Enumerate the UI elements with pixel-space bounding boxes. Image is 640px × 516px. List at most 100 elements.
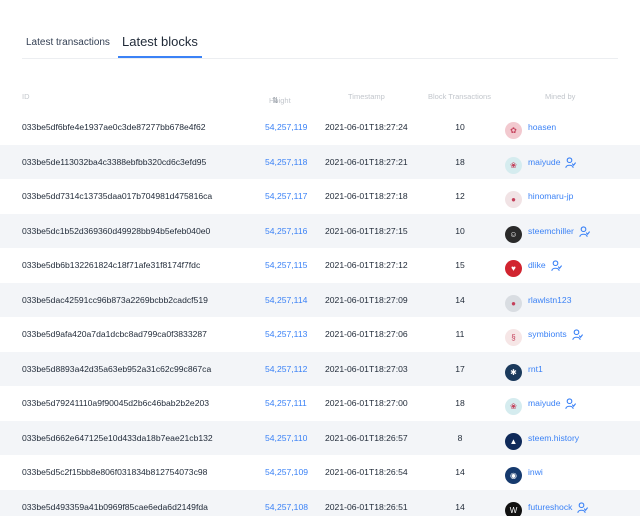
block-tx-count: 17 [455, 363, 465, 374]
block-id: 033be5db6b132261824c18f71afe31f8174f7fdc [22, 260, 201, 270]
block-height-link[interactable]: 54,257,108 [265, 502, 308, 512]
tab-latest-transactions[interactable]: Latest transactions [26, 37, 110, 48]
block-tx-count: 10 [455, 122, 465, 132]
block-id: 033be5de113032ba4c3388ebfbb320cd6c3efd95 [22, 156, 207, 167]
block-id: 033be5d493359a41b0969f85cae6eda6d2149fda [22, 501, 208, 512]
block-tx-count: 12 [455, 191, 465, 201]
active-tab-indicator [118, 56, 202, 58]
header-mined-by: Mined by [545, 92, 576, 101]
miner-link[interactable]: maiyude [528, 398, 560, 408]
header-block-transactions: Block Transactions [428, 92, 491, 101]
block-height-link[interactable]: 54,257,117 [265, 191, 307, 201]
block-id: 033be5dac42591cc96b873a2269bcbb2cadcf519 [22, 294, 208, 305]
block-id: 033be5dc1b52d369360d49928bb94b5efeb040e0 [22, 225, 211, 236]
miner-link[interactable]: symbionts [528, 329, 567, 339]
block-height-link[interactable]: 54,257,115 [265, 260, 307, 270]
block-timestamp: 2021-06-01T18:27:18 [325, 191, 408, 201]
block-timestamp: 2021-06-01T18:26:57 [325, 432, 408, 443]
block-timestamp: 2021-06-01T18:27:12 [325, 260, 408, 270]
block-id: 033be5d662e647125e10d433da18b7eae21cb132 [22, 432, 213, 443]
block-id: 033be5dd7314c13735daa017b704981d475816ca [22, 191, 213, 201]
header-timestamp: Timestamp [348, 92, 385, 101]
witness-badge-icon [572, 329, 584, 342]
block-timestamp: 2021-06-01T18:27:03 [325, 363, 408, 374]
witness-badge-icon [565, 398, 577, 411]
header-id: ID [22, 92, 30, 101]
block-timestamp: 2021-06-01T18:27:00 [325, 398, 408, 408]
miner-link[interactable]: steem.history [528, 433, 579, 443]
block-tx-count: 14 [455, 294, 465, 305]
block-id: 033be5d8893a42d35a63eb952a31c62c99c867ca [22, 363, 212, 374]
miner-link[interactable]: hoasen [528, 122, 556, 132]
block-height-link[interactable]: 54,257,110 [265, 433, 307, 443]
miner-link[interactable]: inwi [528, 467, 543, 477]
block-height-link[interactable]: 54,257,114 [265, 295, 307, 305]
block-height-link[interactable]: 54,257,118 [265, 157, 307, 167]
block-tx-count: 14 [455, 501, 465, 512]
table-row: 033be5dd7314c13735daa017b704981d475816ca… [0, 179, 640, 214]
table-row: 033be5d5c2f15bb8e806f031834b812754073c98… [0, 455, 640, 490]
block-height-link[interactable]: 54,257,116 [265, 226, 307, 236]
sort-icon[interactable]: ⇅ [272, 96, 279, 105]
circle-logo-avatar-icon[interactable]: ◉ [505, 467, 522, 484]
block-tx-count: 8 [457, 432, 463, 443]
miner-link[interactable]: dlike [528, 260, 546, 270]
block-timestamp: 2021-06-01T18:27:09 [325, 294, 408, 305]
teal-logo-avatar-icon[interactable]: ❀ [505, 398, 522, 415]
block-tx-count: 10 [455, 225, 465, 236]
block-height-link[interactable]: 54,257,112 [265, 364, 307, 374]
witness-badge-icon [551, 260, 563, 273]
block-height-link[interactable]: 54,257,111 [265, 398, 307, 408]
block-id: 033be5d5c2f15bb8e806f031834b812754073c98 [22, 467, 208, 477]
miner-link[interactable]: futureshock [528, 502, 572, 512]
miner-link[interactable]: hinomaru-jp [528, 191, 573, 201]
heart-avatar-icon[interactable]: ♥ [505, 260, 522, 277]
bulb-avatar-icon[interactable]: ✱ [505, 363, 522, 381]
miner-link[interactable]: steemchiller [528, 226, 574, 236]
default-user-avatar-icon[interactable]: ● [505, 294, 522, 312]
miner-link[interactable]: rnt1 [528, 364, 543, 374]
w-logo-avatar-icon[interactable]: W [505, 501, 522, 516]
block-id: 033be5d9afa420a7da1dcbc8ad799ca0f3833287 [22, 329, 207, 339]
witness-badge-icon [579, 225, 591, 239]
block-tx-count: 18 [455, 156, 465, 167]
block-timestamp: 2021-06-01T18:27:06 [325, 329, 408, 339]
miner-link[interactable]: maiyude [528, 157, 560, 167]
witness-badge-icon [565, 156, 577, 170]
table-row: 033be5d8893a42d35a63eb952a31c62c99c867ca… [0, 351, 640, 386]
tab-latest-blocks[interactable]: Latest blocks [122, 34, 198, 49]
table-row: 033be5db6b132261824c18f71afe31f8174f7fdc… [0, 248, 640, 283]
table-row: 033be5dc1b52d369360d49928bb94b5efeb040e0… [0, 213, 640, 248]
block-height-link[interactable]: 54,257,109 [265, 467, 308, 477]
table-row: 033be5de113032ba4c3388ebfbb320cd6c3efd95… [0, 144, 640, 179]
block-height-link[interactable]: 54,257,119 [265, 122, 307, 132]
block-tx-count: 11 [455, 329, 465, 339]
block-id: 033be5d79241110a9f90045d2b6c46bab2b2e203 [22, 398, 210, 408]
table-row: 033be5df6bfe4e1937ae0c3de87277bb678e4f62… [0, 110, 640, 145]
block-timestamp: 2021-06-01T18:27:15 [325, 225, 408, 236]
lotus-avatar-icon[interactable]: ✿ [505, 122, 522, 139]
bracket-avatar-icon[interactable]: § [505, 329, 522, 346]
table-header: ID Height ⇅ Timestamp Block Transactions … [0, 88, 640, 106]
tab-bar: Latest transactions Latest blocks [22, 0, 618, 59]
witness-badge-icon [577, 501, 589, 515]
table-row: 033be5d79241110a9f90045d2b6c46bab2b2e203… [0, 386, 640, 421]
table-row: 033be5d493359a41b0969f85cae6eda6d2149fda… [0, 489, 640, 516]
block-tx-count: 14 [455, 467, 465, 477]
block-timestamp: 2021-06-01T18:27:24 [325, 122, 408, 132]
block-tx-count: 15 [455, 260, 465, 270]
silhouette-avatar-icon[interactable]: ▲ [505, 432, 522, 450]
block-timestamp: 2021-06-01T18:27:21 [325, 156, 408, 167]
table-row: 033be5d9afa420a7da1dcbc8ad799ca0f3833287… [0, 317, 640, 352]
table-row: 033be5dac42591cc96b873a2269bcbb2cadcf519… [0, 282, 640, 317]
block-tx-count: 18 [455, 398, 465, 408]
portrait-avatar-icon[interactable]: ☺ [505, 225, 522, 243]
teal-logo-avatar-icon[interactable]: ❀ [505, 156, 522, 174]
block-timestamp: 2021-06-01T18:26:51 [325, 501, 408, 512]
flag-avatar-icon[interactable]: ● [505, 191, 522, 208]
blocks-table-body: 033be5df6bfe4e1937ae0c3de87277bb678e4f62… [0, 110, 640, 516]
block-id: 033be5df6bfe4e1937ae0c3de87277bb678e4f62 [22, 122, 206, 132]
table-row: 033be5d662e647125e10d433da18b7eae21cb132… [0, 420, 640, 455]
block-height-link[interactable]: 54,257,113 [265, 329, 307, 339]
miner-link[interactable]: rlawlstn123 [528, 295, 571, 305]
